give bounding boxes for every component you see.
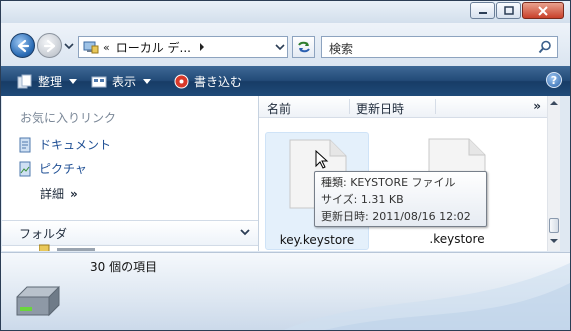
- burn-disc-icon: [174, 74, 189, 89]
- scrollbar-thumb[interactable]: [549, 218, 559, 233]
- close-button[interactable]: [522, 2, 564, 19]
- explorer-window: « ローカル デ... 検索 整理 表示 書き込む ? お気に入りリンク ドキュ…: [0, 0, 571, 331]
- forward-button[interactable]: [37, 33, 62, 58]
- title-bar[interactable]: [1, 1, 570, 23]
- chevron-double-right-icon: »: [70, 187, 78, 201]
- column-header-modified[interactable]: 更新日時: [356, 100, 404, 117]
- maximize-button[interactable]: [496, 2, 521, 19]
- file-info-tooltip: 種類: KEYSTORE ファイル サイズ: 1.31 KB 更新日時: 201…: [314, 171, 487, 227]
- burn-label: 書き込む: [194, 75, 243, 89]
- views-button[interactable]: 表示: [91, 73, 152, 90]
- caption-buttons: [469, 2, 564, 19]
- command-bar: 整理 表示 書き込む ?: [1, 66, 570, 96]
- organize-label: 整理: [38, 75, 63, 89]
- help-button[interactable]: ?: [546, 72, 562, 88]
- more-columns-chevron-icon[interactable]: »: [533, 99, 541, 113]
- scroll-down-arrow-icon[interactable]: [550, 238, 558, 244]
- close-icon: [538, 5, 548, 16]
- refresh-icon: [297, 41, 310, 53]
- refresh-button[interactable]: [292, 36, 315, 58]
- tooltip-type: 種類: KEYSTORE ファイル: [321, 176, 456, 189]
- maximize-icon: [503, 5, 514, 15]
- address-row: « ローカル デ... 検索: [1, 23, 570, 66]
- organize-icon: [17, 74, 32, 89]
- vertical-scrollbar[interactable]: [547, 96, 560, 251]
- address-bar[interactable]: « ローカル デ...: [78, 36, 288, 58]
- column-divider[interactable]: [435, 99, 436, 114]
- views-dropdown-icon: [143, 78, 152, 84]
- search-box[interactable]: 検索: [321, 36, 558, 58]
- breadcrumb-overflow[interactable]: «: [103, 41, 110, 54]
- nav-link-pictures-label: ピクチャ: [39, 162, 87, 176]
- breadcrumb-item[interactable]: ローカル デ...: [116, 39, 191, 56]
- views-icon: [91, 76, 107, 87]
- column-header-row: 名前 更新日時 »: [259, 96, 547, 118]
- tooltip-modified: 更新日時: 2011/08/16 12:02: [321, 210, 471, 223]
- more-links-label: 詳細: [40, 187, 65, 201]
- recent-pages-dropdown-icon[interactable]: [64, 42, 74, 50]
- search-icon[interactable]: [538, 40, 552, 54]
- views-label: 表示: [112, 75, 137, 89]
- item-count: 30 個の項目: [90, 260, 158, 274]
- burn-button[interactable]: 書き込む: [174, 73, 242, 90]
- file-name: key.keystore: [279, 233, 355, 247]
- hard-drive-icon: [16, 285, 60, 317]
- nav-link-pictures[interactable]: ピクチャ: [17, 160, 87, 177]
- tooltip-size: サイズ: 1.31 KB: [321, 193, 404, 206]
- column-divider[interactable]: [349, 99, 350, 114]
- details-pane: 30 個の項目: [1, 252, 570, 330]
- mouse-cursor-icon: [315, 150, 329, 169]
- file-name: .keystore: [429, 232, 485, 246]
- nav-link-documents[interactable]: ドキュメント: [17, 136, 111, 153]
- chevron-down-icon: [240, 229, 250, 236]
- forward-arrow-icon: [43, 39, 56, 53]
- organize-dropdown-icon: [69, 78, 78, 84]
- minimize-button[interactable]: [470, 2, 495, 19]
- address-dropdown-icon[interactable]: [275, 43, 285, 51]
- organize-button[interactable]: 整理: [17, 73, 78, 90]
- folders-label: フォルダ: [19, 227, 68, 241]
- search-input[interactable]: 検索: [329, 40, 353, 57]
- back-arrow-icon: [17, 39, 30, 53]
- documents-icon: [19, 137, 31, 152]
- folder-tree-item-partial[interactable]: [39, 244, 99, 251]
- folders-bar[interactable]: フォルダ: [2, 220, 258, 246]
- favorite-links-header: お気に入りリンク: [20, 111, 117, 125]
- nav-link-documents-label: ドキュメント: [39, 138, 112, 152]
- details-pane-decoration: [283, 263, 570, 330]
- computer-location-icon: [83, 41, 99, 54]
- more-links[interactable]: 詳細 »: [40, 185, 78, 202]
- scroll-up-arrow-icon[interactable]: [550, 100, 558, 106]
- back-button[interactable]: [10, 33, 35, 58]
- minimize-icon: [478, 11, 487, 14]
- pictures-icon: [19, 161, 31, 176]
- breadcrumb-chevron-icon[interactable]: [199, 43, 205, 51]
- column-header-name[interactable]: 名前: [267, 100, 291, 117]
